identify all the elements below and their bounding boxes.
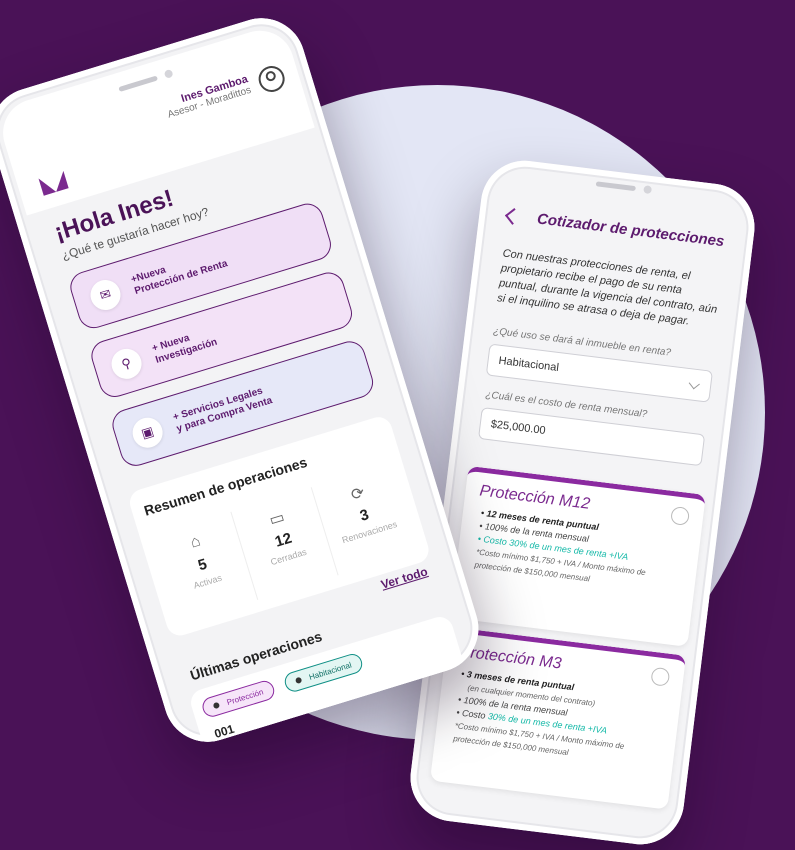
top-bar: Ines Gamboa Asesor - Moradittos	[0, 22, 315, 216]
stats-row: ⌂ 5 Activas ▭ 12 Cerradas ⟳ 3 Renovacion…	[150, 463, 419, 625]
briefcase-icon: ▣	[128, 413, 167, 452]
rent-input-value: $25,000.00	[490, 418, 547, 437]
rent-input[interactable]: $25,000.00	[477, 407, 706, 467]
action-label: + Servicios Legales y para Compra Venta	[171, 385, 274, 435]
speaker-grill	[117, 75, 158, 93]
chevron-down-icon	[688, 378, 700, 390]
brand-logo-icon	[38, 170, 69, 196]
camera-dot	[163, 69, 174, 80]
intro-text: Con nuestras protecciones de renta, el p…	[496, 247, 718, 328]
dot-icon	[294, 676, 303, 685]
user-info: Ines Gamboa Asesor - Moradittos	[163, 73, 252, 120]
plan-radio[interactable]	[650, 666, 671, 687]
plan-card-m12[interactable]: Protección M12 12 meses de renta puntual…	[449, 465, 706, 647]
plan-cost-prefix: Costo	[461, 707, 487, 721]
quote-header: Cotizador de protecciones	[496, 206, 735, 252]
page-title: Cotizador de protecciones	[536, 210, 726, 251]
usage-select-value: Habitacional	[497, 354, 560, 375]
action-label: + Nueva Investigación	[150, 332, 219, 366]
search-icon: ⚲	[107, 345, 146, 383]
tag-label: Habitacional	[307, 659, 353, 682]
tag-residential: Habitacional	[282, 651, 365, 695]
avatar-icon[interactable]	[255, 62, 288, 96]
operation-id: 001	[212, 721, 236, 741]
tag-protection: Protección	[200, 678, 277, 720]
plan-radio[interactable]	[670, 505, 691, 527]
action-label: +Nueva Protección de Renta	[129, 258, 229, 298]
envelope-icon: ✉	[86, 276, 125, 314]
dot-icon	[212, 701, 221, 710]
back-chevron-icon[interactable]	[504, 207, 522, 225]
tag-label: Protección	[225, 686, 265, 707]
